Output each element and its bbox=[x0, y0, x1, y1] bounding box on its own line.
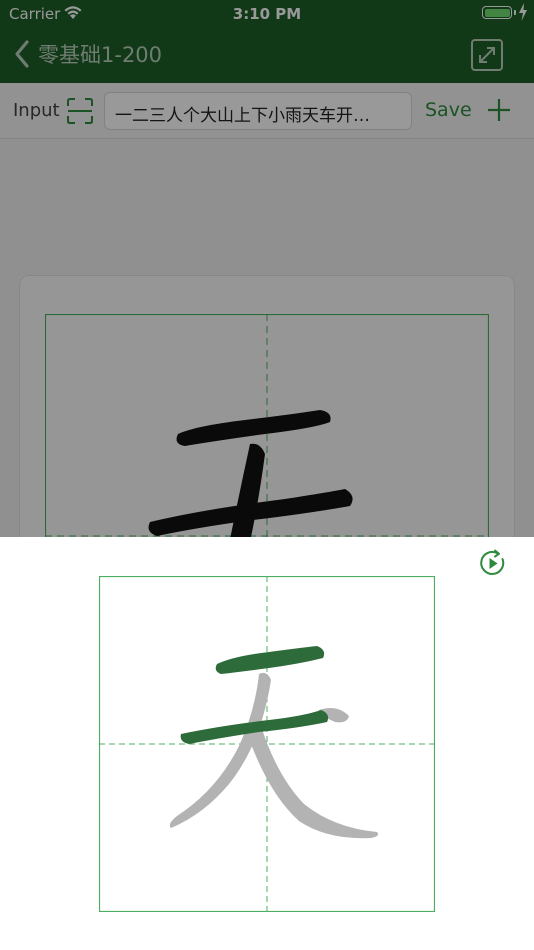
input-label: Input bbox=[13, 100, 60, 121]
expand-icon[interactable] bbox=[470, 38, 504, 72]
pending-stroke-na bbox=[251, 726, 379, 839]
plus-icon[interactable] bbox=[488, 99, 510, 121]
characters-input[interactable]: 一二三人个大山上下小雨天车开… bbox=[104, 92, 412, 130]
top-bar: Carrier 3:10 PM 零基础1-200 bbox=[0, 0, 534, 83]
battery-level bbox=[484, 8, 510, 17]
battery-tip bbox=[514, 10, 516, 15]
battery-icon bbox=[482, 6, 512, 19]
status-bar: Carrier 3:10 PM bbox=[0, 0, 534, 28]
play-circle-icon[interactable] bbox=[478, 549, 507, 578]
page-title: 零基础1-200 bbox=[38, 43, 163, 67]
scan-icon[interactable] bbox=[66, 97, 94, 125]
practice-grid[interactable] bbox=[45, 314, 489, 537]
navigation-bar: 零基础1-200 bbox=[0, 28, 534, 83]
input-toolbar: Input 一二三人个大山上下小雨天车开… Save bbox=[0, 83, 534, 139]
charging-bolt-icon bbox=[519, 3, 527, 21]
back-button[interactable]: 零基础1-200 bbox=[12, 36, 162, 72]
done-stroke-1 bbox=[215, 646, 325, 674]
stroke-order-sheet bbox=[0, 537, 534, 950]
chevron-left-icon bbox=[15, 40, 29, 68]
main-stroke-1 bbox=[176, 410, 331, 446]
save-button[interactable]: Save bbox=[425, 99, 472, 121]
practice-area bbox=[0, 139, 534, 537]
stroke-order-grid bbox=[99, 576, 435, 912]
status-time: 3:10 PM bbox=[232, 5, 302, 23]
